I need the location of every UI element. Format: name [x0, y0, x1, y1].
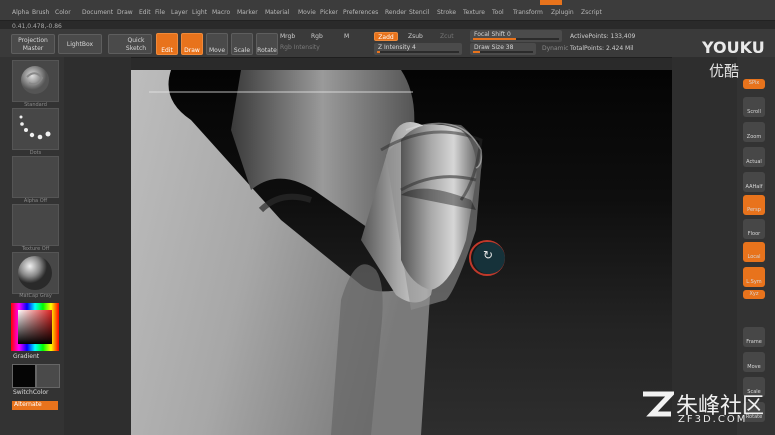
menu-edit[interactable]: Edit	[139, 9, 151, 16]
canvas-gutter-right	[672, 57, 737, 435]
menu-macro[interactable]: Macro	[212, 9, 230, 16]
xyz-button[interactable]: Xyz	[743, 290, 765, 299]
menu-light[interactable]: Light	[192, 9, 207, 16]
color-square[interactable]	[18, 310, 52, 344]
zcut-toggle[interactable]: Zcut	[440, 33, 454, 40]
secondary-color-swatch[interactable]	[36, 364, 60, 388]
projection-master-button[interactable]: Projection Master	[11, 34, 55, 54]
color-picker[interactable]	[11, 303, 59, 351]
draw-button[interactable]: Draw	[181, 33, 203, 55]
draw-size-track	[473, 51, 533, 53]
lightbox-button[interactable]: LightBox	[58, 34, 102, 54]
menu-texture[interactable]: Texture	[463, 9, 485, 16]
menu-transform[interactable]: Transform	[513, 9, 543, 16]
top-shelf: Projection Master LightBox Quick Sketch …	[0, 29, 775, 58]
quick-sketch-button[interactable]: Quick Sketch	[108, 34, 152, 54]
texture-thumbnail[interactable]	[12, 204, 59, 246]
draw-size-fill	[473, 51, 481, 53]
menu-picker[interactable]: Picker	[320, 9, 338, 16]
rotate-cursor-icon: ↻	[483, 248, 494, 262]
focal-shift-fill	[473, 38, 516, 40]
menu-stroke[interactable]: Stroke	[437, 9, 456, 16]
menu-color[interactable]: Color	[55, 9, 71, 16]
material-caption: MatCap Gray	[19, 293, 52, 299]
dots-stroke-icon	[19, 115, 51, 140]
focal-shift-track	[473, 38, 559, 40]
active-points-readout: ActivePoints: 133,409	[570, 33, 636, 40]
lsym-button[interactable]: L.Sym	[743, 267, 765, 287]
total-points-readout: TotalPoints: 2.424 Mil	[570, 45, 634, 52]
material-thumbnail[interactable]	[12, 252, 59, 294]
rgb-intensity-slider[interactable]: Rgb Intensity	[280, 44, 320, 51]
menu-marker[interactable]: Marker	[237, 9, 258, 16]
brush-icon	[21, 66, 49, 94]
scale-button[interactable]: Scale	[231, 33, 253, 55]
move-view-button[interactable]: Move	[743, 352, 765, 372]
z-intensity-fill	[377, 51, 381, 53]
menu-layer[interactable]: Layer	[171, 9, 188, 16]
zf-watermark-url: ZF3D.COM	[678, 414, 748, 425]
edit-button[interactable]: Edit	[156, 33, 178, 55]
zf-logo-icon	[643, 391, 674, 417]
menu-tool[interactable]: Tool	[492, 9, 504, 16]
menu-zscript[interactable]: Zscript	[581, 9, 602, 16]
spix-button[interactable]: SPix	[743, 79, 765, 89]
material-sphere-icon	[18, 256, 52, 290]
z-intensity-label: Z Intensity 4	[378, 44, 416, 51]
actual-button[interactable]: Actual	[743, 147, 765, 167]
menu-render[interactable]: Render	[385, 9, 406, 16]
menu-alpha[interactable]: Alpha	[12, 9, 29, 16]
focal-shift-slider[interactable]: Focal Shift 0	[470, 30, 562, 42]
dynamic-toggle[interactable]: Dynamic	[542, 45, 568, 52]
m-toggle[interactable]: M	[344, 33, 349, 40]
persp-button[interactable]: Persp	[743, 195, 765, 215]
focal-shift-label: Focal Shift 0	[474, 31, 511, 38]
frame-button[interactable]: Frame	[743, 327, 765, 347]
menu-material[interactable]: Material	[265, 9, 289, 16]
youku-watermark: YOUKU	[702, 38, 765, 57]
viewport-canvas[interactable]: ↻	[131, 70, 672, 435]
alpha-thumbnail[interactable]	[12, 156, 59, 198]
youku-cn-watermark: 优酷	[709, 62, 740, 80]
move-button[interactable]: Move	[206, 33, 228, 55]
menu-preferences[interactable]: Preferences	[343, 9, 378, 16]
main-color-swatch[interactable]	[12, 364, 36, 388]
zoom-button[interactable]: Zoom	[743, 122, 765, 142]
alternate-button[interactable]: Alternate	[12, 401, 58, 410]
menu-stencil[interactable]: Stencil	[409, 9, 429, 16]
aahalf-button[interactable]: AAHalf	[743, 172, 765, 192]
scroll-button[interactable]: Scroll	[743, 97, 765, 117]
menu-indicator	[540, 0, 562, 5]
left-shelf: Standard Dots Alpha Off Texture Off MatC…	[0, 57, 64, 435]
floor-button[interactable]: Floor	[743, 219, 765, 239]
z-intensity-track	[377, 51, 459, 53]
local-button[interactable]: Local	[743, 242, 765, 262]
right-shelf: SPix Scroll Zoom Actual AAHalf Persp Flo…	[737, 57, 775, 435]
sculpt-model	[131, 70, 483, 435]
z-intensity-slider[interactable]: Z Intensity 4	[374, 43, 462, 55]
menu-zplugin[interactable]: Zplugin	[551, 9, 574, 16]
menu-draw[interactable]: Draw	[117, 9, 133, 16]
stroke-thumbnail[interactable]	[12, 108, 59, 150]
draw-size-label: Draw Size 38	[474, 44, 514, 51]
menu-movie[interactable]: Movie	[298, 9, 316, 16]
draw-size-slider[interactable]: Draw Size 38	[470, 43, 536, 55]
mrgb-toggle[interactable]: Mrgb	[280, 33, 295, 40]
menu-document[interactable]: Document	[82, 9, 113, 16]
menu-bar: Alpha Brush Color Document Draw Edit Fil…	[0, 0, 775, 21]
brush-thumbnail[interactable]	[12, 60, 59, 102]
zsub-toggle[interactable]: Zsub	[408, 33, 423, 40]
gradient-label[interactable]: Gradient	[13, 353, 39, 360]
zadd-toggle[interactable]: Zadd	[374, 32, 398, 41]
menu-brush[interactable]: Brush	[32, 9, 49, 16]
menu-file[interactable]: File	[155, 9, 165, 16]
rotate-button[interactable]: Rotate	[256, 33, 278, 55]
rgb-toggle[interactable]: Rgb	[311, 33, 323, 40]
switch-color-button[interactable]: SwitchColor	[13, 389, 49, 396]
canvas-gutter-left	[64, 57, 131, 435]
